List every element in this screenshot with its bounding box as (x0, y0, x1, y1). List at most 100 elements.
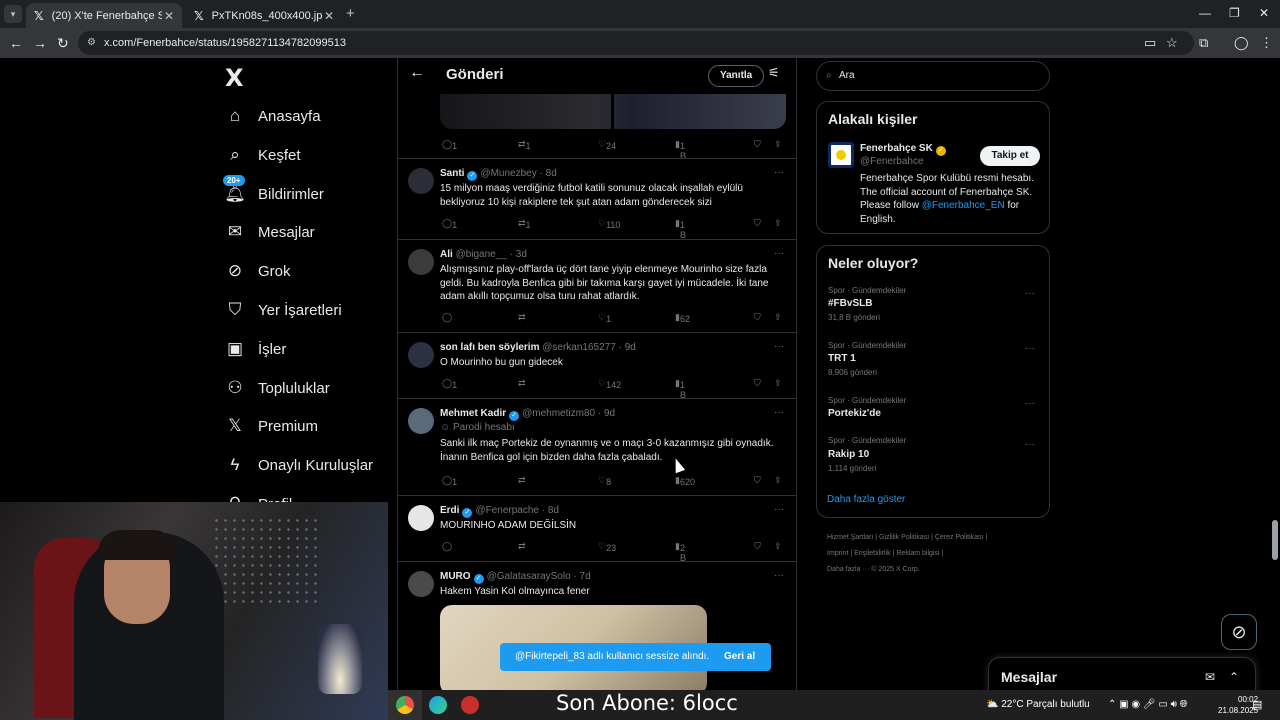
expand-icon[interactable]: ⌃ (1229, 670, 1239, 684)
edge-icon[interactable] (429, 696, 447, 714)
minimize-icon[interactable]: — (1199, 6, 1211, 20)
chrome-icon[interactable] (388, 690, 422, 720)
avatar[interactable] (408, 408, 434, 434)
more-options-icon[interactable]: ··· (774, 570, 784, 581)
share-icon[interactable]: ⇪ (774, 139, 782, 150)
reply-button[interactable]: Yanıtla (708, 65, 765, 87)
bookmark-icon[interactable]: ⛉ (754, 218, 761, 229)
like-icon[interactable]: ♡ 23 (598, 541, 616, 553)
reply-icon[interactable]: ◯ 1 (442, 218, 457, 230)
nav-item-jobs[interactable]: ▣ İşler (220, 334, 286, 364)
more-options-icon[interactable]: ··· (1025, 343, 1035, 354)
avatar[interactable] (408, 249, 434, 275)
account-handle[interactable]: @Fenerbahce (860, 156, 924, 167)
cast-icon[interactable]: ▭ (1144, 35, 1156, 51)
new-tab-icon[interactable]: + (346, 5, 355, 22)
views-icon[interactable]: ▮ 1 B (675, 139, 686, 161)
star-icon[interactable]: ☆ (1166, 35, 1178, 51)
search-input[interactable]: ⌕ Ara (816, 61, 1050, 91)
x-logo-icon[interactable]: X (225, 64, 244, 92)
restore-icon[interactable]: ❐ (1229, 6, 1240, 20)
page-scrollbar[interactable] (1270, 58, 1280, 690)
avatar[interactable] (408, 505, 434, 531)
like-icon[interactable]: ♡ 8 (598, 475, 611, 487)
views-icon[interactable]: ▮ 1 B (675, 378, 686, 400)
footer-links[interactable]: Hizmet Şartları | Gizlilik Politikası | … (827, 530, 1047, 578)
site-info-icon[interactable]: ⚙ (87, 31, 96, 55)
reply-icon[interactable]: ◯ 1 (442, 139, 457, 151)
follow-button[interactable]: Takip et (980, 146, 1040, 166)
weather-widget[interactable]: ⛅ 22°C Parçalı bulutlu (986, 699, 1090, 710)
views-icon[interactable]: ▮ 620 (675, 475, 695, 487)
show-more-link[interactable]: Daha fazla göster (827, 494, 905, 505)
related-account-header[interactable]: Fenerbahçe SK ✓ (860, 143, 949, 156)
author-handle[interactable]: @mehmetizm80 (522, 408, 595, 419)
back-arrow-icon[interactable]: ← (409, 64, 425, 82)
post-media-image[interactable] (440, 94, 786, 129)
views-icon[interactable]: ▮ 2 B (675, 541, 686, 563)
nav-item-notifications[interactable]: 🔔︎ 20+ Bildirimler (220, 175, 324, 209)
nav-item-premium[interactable]: 𝕏 Premium (220, 411, 318, 441)
reply-icon[interactable]: ◯ 1 (442, 475, 457, 487)
share-icon[interactable]: ⇪ (774, 378, 782, 389)
browser-tab-active[interactable]: 𝕏 (20) X'te Fenerbahçe SK: "Maç ✕ (26, 3, 182, 28)
nav-item-grok[interactable]: ⊘ Grok (220, 256, 291, 286)
bookmark-icon[interactable]: ⛉ (754, 312, 761, 323)
tweet-time[interactable]: 9d (604, 408, 615, 419)
tweet-time[interactable]: 8d (546, 168, 557, 179)
messages-dock[interactable]: Mesajlar ✉ ⌃ (988, 657, 1256, 690)
account-name[interactable]: Fenerbahçe SK (860, 143, 933, 154)
repost-icon[interactable]: ⇄ (518, 541, 526, 552)
share-icon[interactable]: ⇪ (774, 312, 782, 323)
share-icon[interactable]: ⇪ (774, 475, 782, 486)
browser-tab[interactable]: 𝕏 PxTKn08s_400x400.jpg (399×39 ✕ (186, 3, 342, 28)
tab-search-icon[interactable]: ▾ (4, 5, 22, 23)
reply-tweet[interactable]: Mehmet Kadir ✓ @mehmetizm80 · 9d ··· ☺ Par… (398, 398, 796, 495)
repost-icon[interactable]: ⇄ (518, 312, 526, 323)
reply-icon[interactable]: ◯ (442, 312, 452, 323)
like-icon[interactable]: ♡ 110 (598, 218, 620, 230)
tweet-time[interactable]: 3d (516, 249, 527, 260)
more-options-icon[interactable]: ··· (774, 167, 784, 178)
author-name[interactable]: Mehmet Kadir (440, 408, 506, 419)
nav-item-messages[interactable]: ✉ Mesajlar (220, 217, 315, 247)
bookmark-icon[interactable]: ⛉ (754, 475, 761, 486)
more-options-icon[interactable]: ··· (1025, 439, 1035, 450)
scrollbar-thumb[interactable] (1272, 520, 1278, 560)
author-name[interactable]: Santi (440, 168, 464, 179)
system-tray-icons[interactable]: ⌃ ▣ ◉ 🎤︎ ▭ 🔊︎ 🌐︎ (1108, 699, 1188, 710)
more-options-icon[interactable]: ··· (774, 248, 784, 259)
repost-icon[interactable]: ⇄ (518, 475, 526, 486)
author-name[interactable]: MURO (440, 571, 471, 582)
nav-item-home[interactable]: ⌂ Anasayfa (220, 101, 321, 131)
avatar[interactable] (408, 342, 434, 368)
more-options-icon[interactable]: ··· (774, 407, 784, 418)
nav-item-verified-orgs[interactable]: ϟ Onaylı Kuruluşlar (220, 450, 374, 480)
more-options-icon[interactable]: ··· (1025, 288, 1035, 299)
tab-close-icon[interactable]: ✕ (164, 9, 174, 23)
like-icon[interactable]: ♡ 24 (598, 139, 616, 151)
reload-icon[interactable]: ↻ (57, 35, 69, 52)
views-icon[interactable]: ▮ 1 B (675, 218, 686, 240)
like-icon[interactable]: ♡ 1 (598, 312, 611, 324)
author-name[interactable]: son lafı ben söylerim (440, 342, 539, 353)
address-bar[interactable]: ⚙ x.com/Fenerbahce/status/19582711347820… (78, 31, 1194, 55)
author-handle[interactable]: @serkan165277 (542, 342, 616, 353)
bookmark-icon[interactable]: ⛉ (754, 139, 761, 150)
menu-icon[interactable]: ⋮ (1260, 35, 1273, 51)
tweet-time[interactable]: 7d (580, 571, 591, 582)
reply-icon[interactable]: ◯ 1 (442, 378, 457, 390)
reply-icon[interactable]: ◯ (442, 541, 452, 552)
tab-close-icon[interactable]: ✕ (324, 9, 334, 23)
author-handle[interactable]: @GalatasaraySolo (487, 571, 571, 582)
more-options-icon[interactable]: ··· (1025, 398, 1035, 409)
reply-tweet[interactable]: Erdi ✓ @Fenerpache · 8d ··· MOURINHO ADAM … (398, 495, 796, 563)
share-icon[interactable]: ⇪ (774, 541, 782, 552)
back-icon[interactable]: ← (9, 35, 23, 51)
nav-item-communities[interactable]: ⚇ Topluluklar (220, 373, 329, 403)
more-options-icon[interactable]: ··· (774, 341, 784, 352)
notification-center-icon[interactable]: ▤ (1252, 698, 1262, 711)
nav-item-explore[interactable]: ⌕ Keşfet (220, 140, 300, 170)
avatar[interactable] (408, 571, 434, 597)
grok-floating-button[interactable]: ⊘ (1221, 614, 1257, 650)
